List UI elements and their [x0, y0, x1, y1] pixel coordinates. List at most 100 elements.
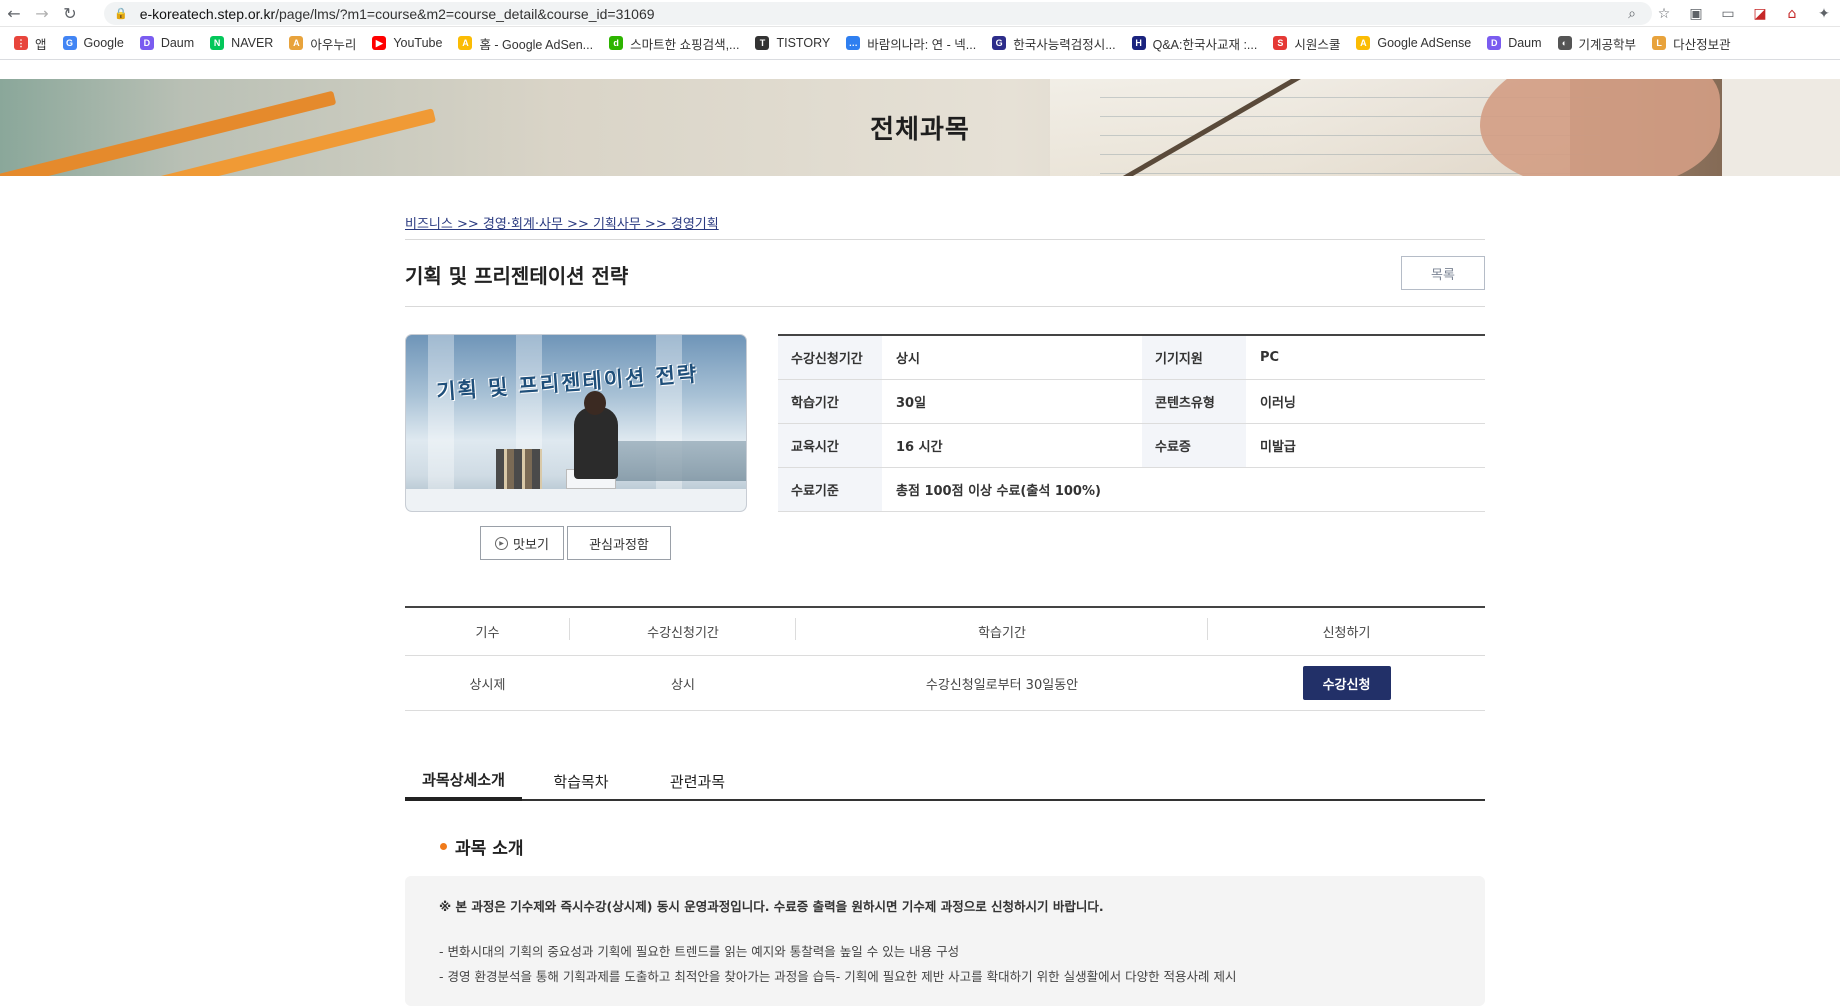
info-value: PC	[1260, 350, 1280, 365]
bookmark-item[interactable]: N NAVER	[202, 31, 281, 55]
bookmark-label: Google AdSense	[1377, 36, 1472, 50]
bookmark-item[interactable]: ▶ YouTube	[364, 31, 450, 55]
bookmark-label: 시원스쿨	[1294, 37, 1341, 52]
bookmark-item[interactable]: T TISTORY	[747, 31, 838, 55]
bookmark-label: NAVER	[231, 36, 274, 50]
breadcrumb[interactable]: 비즈니스 >> 경영·회계·사무 >> 기획사무 >> 경영기획	[405, 213, 719, 232]
description-line: - 변화시대의 기획의 중요성과 기획에 필요한 트렌드를 읽는 예지와 통찰력…	[439, 944, 960, 959]
info-key: 교육시간	[778, 424, 882, 467]
col-header: 수강신청기간	[570, 618, 796, 641]
bookmark-item[interactable]: ◐ 기계공학부	[1550, 31, 1645, 55]
bookmark-label: Daum	[1508, 36, 1542, 50]
library-icon: L	[1652, 36, 1667, 50]
play-icon: ▶	[495, 536, 509, 550]
bookmark-label: 기계공학부	[1578, 37, 1637, 52]
thumbnail-actions: ▶ 맛보기 관심과정함	[480, 526, 671, 560]
bookmark-item[interactable]: D Daum	[132, 31, 202, 55]
bookmark-item[interactable]: A 홈 - Google AdSen...	[450, 31, 601, 55]
info-value: 미발급	[1260, 440, 1296, 455]
info-key: 수료증	[1142, 424, 1246, 467]
interest-button[interactable]: 관심과정함	[567, 526, 671, 560]
info-key: 기기지원	[1142, 336, 1246, 379]
auri-icon: A	[289, 36, 304, 50]
thumb-desk	[406, 489, 746, 511]
period-cell: 상시	[671, 677, 695, 693]
round-table: 기수 수강신청기간 학습기간 신청하기 상시제 상시 수강신청일로부터 30일동…	[405, 606, 1485, 711]
reload-icon[interactable]: ↻	[56, 0, 84, 27]
apply-cell: 수강신청	[1208, 666, 1485, 700]
bookmark-label: 스마트한 쇼핑검색,...	[630, 37, 740, 52]
bookmark-label: TISTORY	[776, 36, 831, 50]
divider	[405, 239, 1485, 240]
back-icon[interactable]: ←	[0, 0, 28, 27]
tistory-icon: T	[755, 36, 770, 50]
page-banner: 전체과목	[0, 79, 1840, 176]
bookmark-item[interactable]: d 스마트한 쇼핑검색,...	[601, 31, 747, 55]
url-text: e-koreatech.step.or.kr/page/lms/?m1=cour…	[139, 5, 655, 22]
puzzle-icon[interactable]: ✦	[1808, 6, 1840, 22]
list-button[interactable]: 목록	[1401, 256, 1485, 290]
info-value: 16 시간	[896, 440, 943, 455]
address-bar: ← → ↻ 🔒 e-koreatech.step.or.kr/page/lms/…	[0, 0, 1840, 27]
daum-icon: D	[139, 36, 154, 50]
description-box: ※ 본 과정은 기수제와 즉시수강(상시제) 동시 운영과정입니다. 수료증 출…	[405, 876, 1485, 1006]
pdf-icon[interactable]: ⌂	[1776, 6, 1808, 22]
tab-course-detail[interactable]: 과목상세소개	[405, 761, 522, 801]
bookmark-item[interactable]: … 바람의나라: 연 - 넥...	[838, 31, 984, 55]
bookmark-item[interactable]: ⋮ 앱	[6, 31, 55, 55]
naver-icon: N	[210, 36, 225, 50]
bookmark-label: 다산정보관	[1673, 37, 1731, 52]
section-heading: 과목 소개	[440, 834, 523, 859]
bookmark-item[interactable]: A Google AdSense	[1348, 31, 1479, 55]
bookmark-item[interactable]: L 다산정보관	[1644, 31, 1739, 55]
apps-grid-icon: ⋮	[14, 36, 28, 50]
bookmark-item[interactable]: S 시원스쿨	[1265, 31, 1348, 55]
daum-icon: D	[1487, 36, 1502, 50]
nexon-icon: …	[846, 36, 861, 50]
course-thumbnail: 기획 및 프리젠테이션 전략	[405, 334, 747, 512]
col-header: 기수	[405, 618, 570, 641]
col-header: 학습기간	[796, 618, 1208, 641]
lock-icon: 🔒	[114, 7, 128, 20]
bullet-dot-icon	[440, 843, 447, 850]
bookmark-item[interactable]: A 아우누리	[281, 31, 364, 55]
thumb-books	[496, 449, 542, 489]
bookmark-label: YouTube	[393, 36, 443, 50]
bookmark-label: 아우누리	[310, 37, 357, 52]
bookmark-item[interactable]: H Q&A:한국사교재 :...	[1124, 31, 1266, 55]
bookmark-label: 앱	[35, 37, 47, 52]
zoom-icon[interactable]: ⌕	[1616, 6, 1648, 22]
thumb-city	[606, 441, 746, 481]
bookmark-star-icon[interactable]: ☆	[1648, 6, 1680, 22]
tab-curriculum[interactable]: 학습목차	[522, 761, 640, 801]
bookmark-label: 한국사능력검정시...	[1013, 37, 1116, 52]
info-value: 총점 100점 이상 수료(출석 100%)	[896, 484, 1101, 499]
info-row: 교육시간 16 시간 수료증 미발급	[778, 424, 1485, 468]
description-line: - 경영 환경분석을 통해 기획과제를 도출하고 최적안을 찾아가는 과정을 습…	[439, 969, 1237, 984]
apply-button[interactable]: 수강신청	[1302, 666, 1391, 700]
detail-tabs: 과목상세소개 학습목차 관련과목	[405, 761, 1485, 801]
youtube-icon: ▶	[372, 36, 387, 50]
round-cell: 상시제	[469, 677, 506, 693]
preview-button[interactable]: ▶ 맛보기	[480, 526, 564, 560]
globe-icon: ◐	[1557, 36, 1572, 50]
extension-icon[interactable]: ▣	[1680, 6, 1712, 22]
study-cell: 수강신청일로부터 30일동안	[925, 677, 1079, 693]
bookmark-label: 홈 - Google AdSen...	[479, 37, 594, 52]
bookmark-item[interactable]: D Daum	[1479, 31, 1549, 55]
bookmark-label: Google	[83, 36, 124, 50]
bookmark-item[interactable]: G Google	[55, 31, 132, 55]
info-key: 콘텐츠유형	[1142, 380, 1246, 423]
bookmark-item[interactable]: G 한국사능력검정시...	[984, 31, 1123, 55]
cast-icon[interactable]: ▭	[1712, 6, 1744, 22]
tab-related-courses[interactable]: 관련과목	[640, 761, 755, 801]
gsc-icon: G	[992, 36, 1007, 50]
course-info-table: 수강신청기간 상시 기기지원 PC 학습기간 30일 콘텐츠유형 이러닝 교육시…	[778, 334, 1485, 512]
url-field[interactable]: 🔒 e-koreatech.step.or.kr/page/lms/?m1=co…	[104, 2, 1652, 25]
forward-icon[interactable]: →	[28, 0, 56, 27]
flag-icon[interactable]: ◪	[1744, 6, 1776, 22]
page-title: 기획 및 프리젠테이션 전략	[405, 264, 629, 288]
thumb-window	[428, 335, 454, 511]
info-key: 학습기간	[778, 380, 882, 423]
table-row: 상시제 상시 수강신청일로부터 30일동안 수강신청	[405, 656, 1485, 711]
